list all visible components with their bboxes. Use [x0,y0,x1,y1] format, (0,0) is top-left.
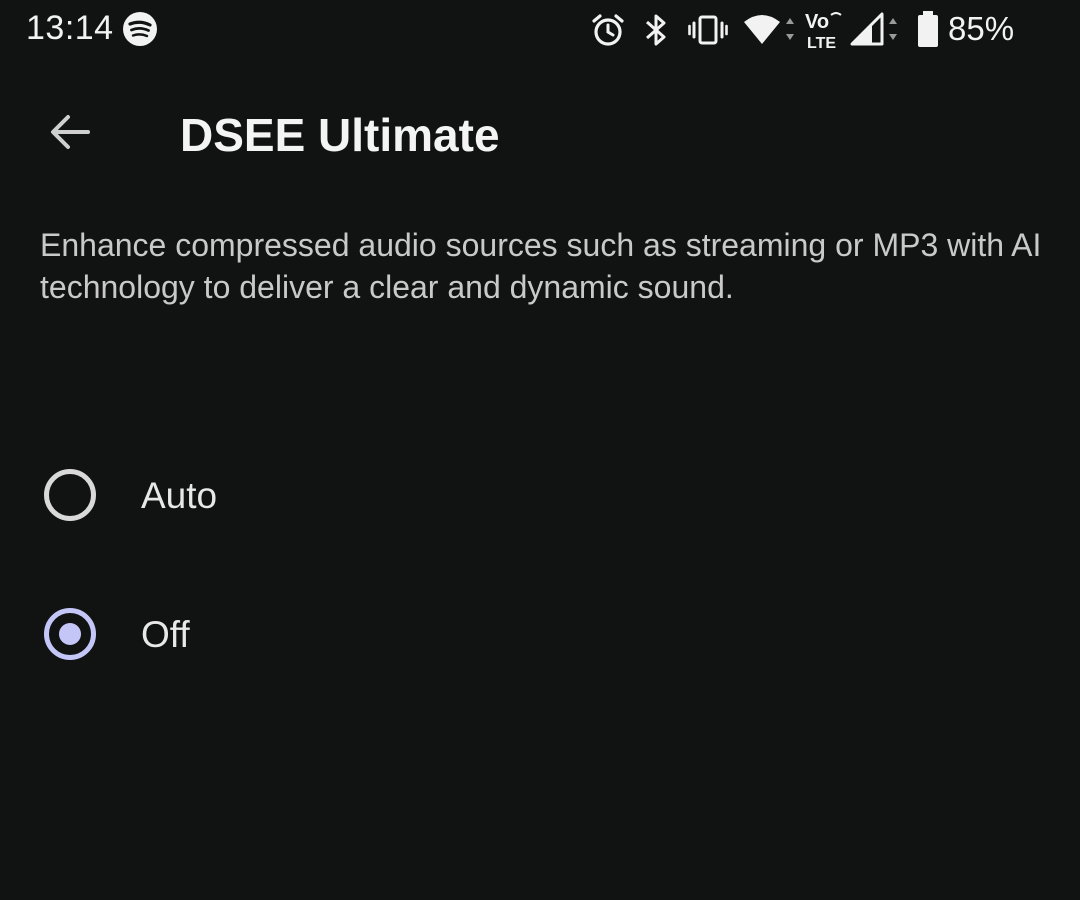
settings-screen: 13:14 Vo LTE 85% DSEE Ultimate Enhance c… [0,0,1080,900]
back-button[interactable] [30,100,110,164]
arrow-left-icon [51,115,90,149]
feature-description: Enhance compressed audio sources such as… [40,227,1042,305]
alarm-icon [592,14,624,46]
battery-icon [918,11,938,47]
status-time: 13:14 [26,9,114,47]
radio-selected-dot [59,623,81,645]
option-label-off: Off [141,614,190,655]
option-label-auto: Auto [141,475,218,516]
page-title: DSEE Ultimate [180,109,500,161]
battery-percentage: 85% [948,10,1015,47]
vibrate-icon [688,15,728,45]
network-type-label: LTE [807,35,836,52]
radio-unchecked-icon[interactable] [44,469,96,521]
cell-signal-icon [850,12,897,46]
svg-text:Vo: Vo [805,11,829,33]
wifi-icon [744,15,794,44]
spotify-icon [123,12,157,46]
bluetooth-icon [646,14,666,46]
option-off[interactable]: Off [0,574,1080,694]
volte-icon: Vo LTE [805,11,842,52]
option-auto[interactable]: Auto [0,435,1080,555]
radio-checked-icon[interactable] [44,608,96,660]
app-bar: DSEE Ultimate [0,80,1080,184]
status-bar: 13:14 Vo LTE 85% [0,0,1080,60]
